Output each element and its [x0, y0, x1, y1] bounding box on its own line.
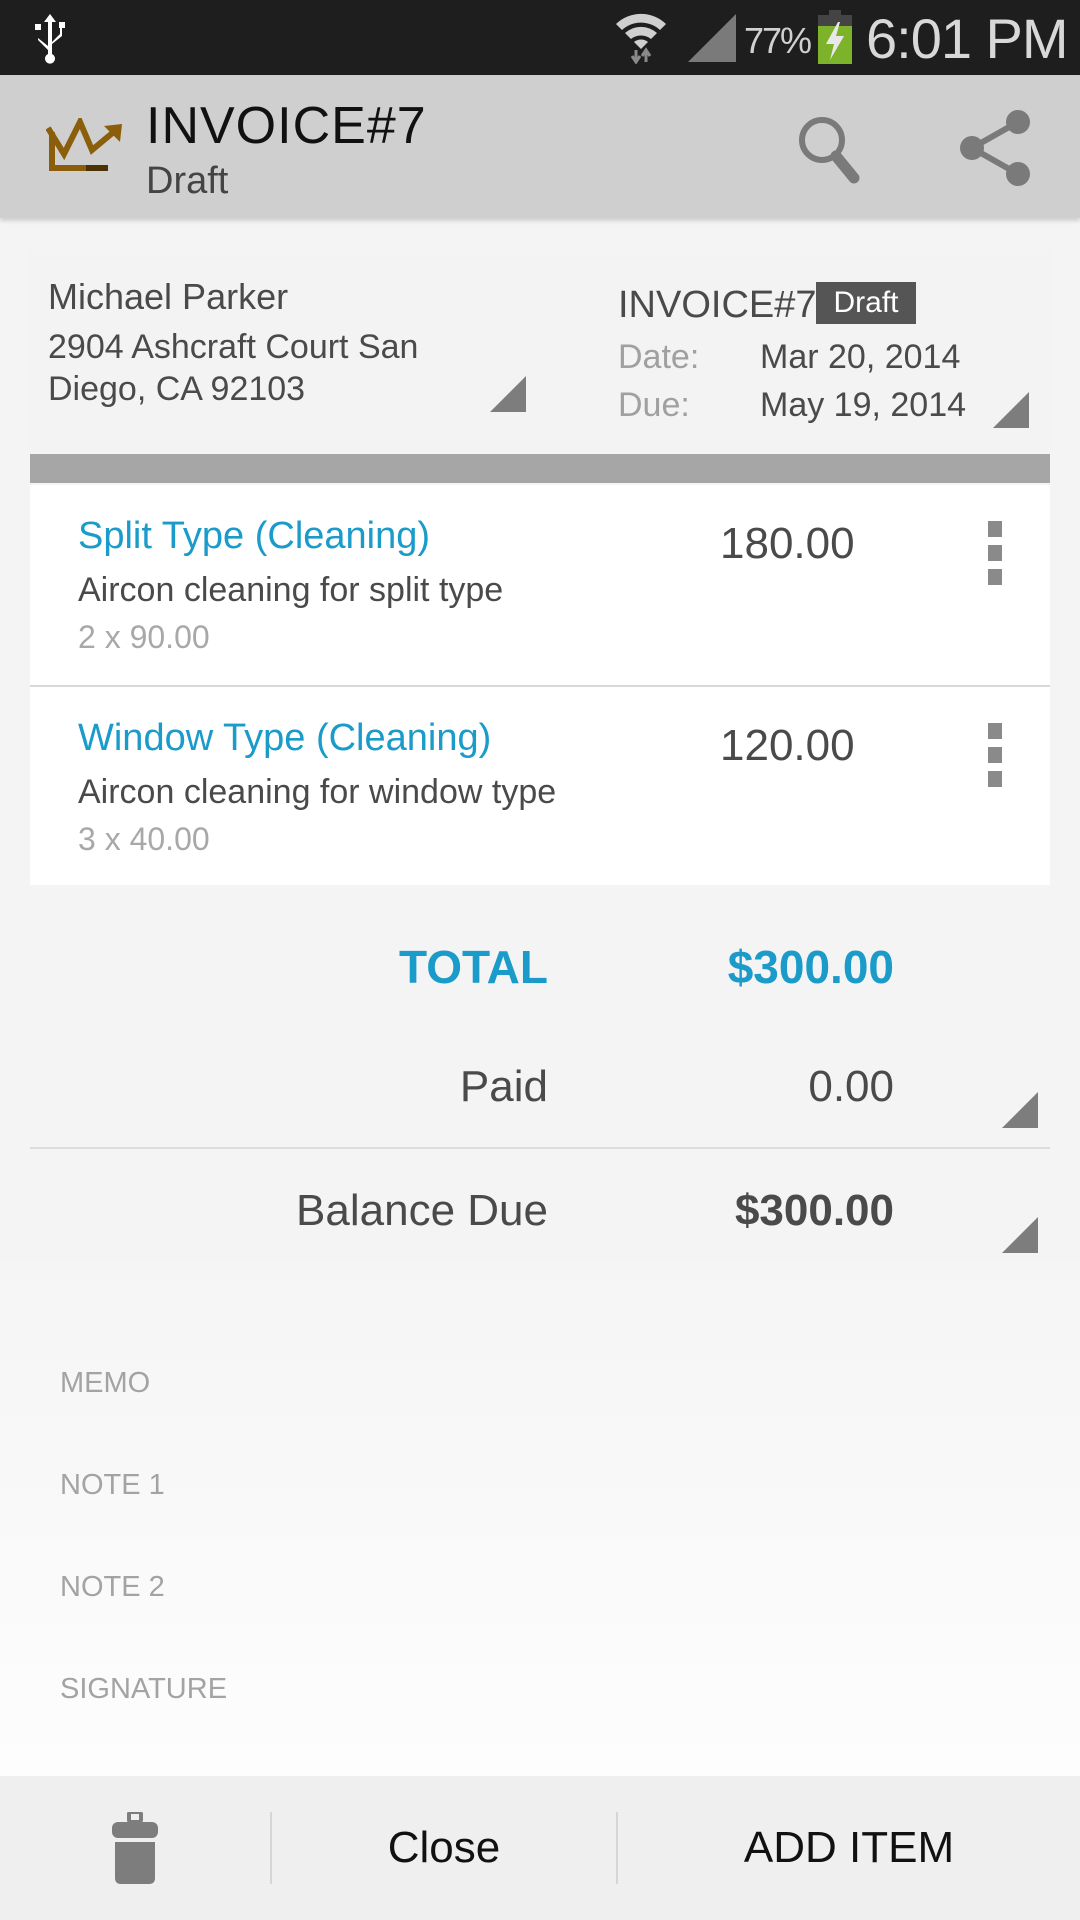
section-divider — [30, 454, 1050, 483]
list-item[interactable]: Split Type (Cleaning) Aircon cleaning fo… — [30, 485, 1050, 687]
item-amount: 120.00 — [720, 721, 855, 770]
signature-field[interactable]: SIGNATURE — [60, 1673, 227, 1706]
overflow-menu-icon[interactable] — [980, 723, 1010, 791]
total-label: TOTAL — [398, 941, 548, 993]
usb-icon — [35, 14, 65, 64]
battery-percent: 77% — [744, 20, 812, 61]
item-description: Aircon cleaning for window type — [78, 773, 557, 811]
status-badge: Draft — [816, 282, 916, 324]
share-icon[interactable] — [954, 108, 1034, 188]
clock: 6:01 PM — [866, 7, 1069, 70]
crown-logo-icon[interactable] — [46, 118, 124, 178]
date-label: Date: — [618, 338, 700, 376]
overflow-menu-icon[interactable] — [980, 521, 1010, 589]
dates-edit-corner-icon[interactable] — [993, 392, 1029, 428]
client-edit-corner-icon[interactable] — [490, 376, 526, 412]
list-item[interactable]: Window Type (Cleaning) Aircon cleaning f… — [30, 687, 1050, 887]
invoice-number: INVOICE#7 — [618, 284, 817, 326]
item-title: Window Type (Cleaning) — [78, 717, 492, 759]
due-label: Due: — [618, 386, 690, 424]
balance-due-value: $300.00 — [734, 1186, 894, 1235]
note2-field[interactable]: NOTE 2 — [60, 1571, 165, 1604]
item-amount: 180.00 — [720, 519, 855, 568]
search-icon[interactable] — [790, 110, 870, 190]
balance-edit-corner-icon[interactable] — [1002, 1217, 1038, 1253]
divider — [30, 1147, 1050, 1149]
battery-charging-icon — [818, 10, 852, 64]
signal-icon — [688, 14, 736, 62]
close-button[interactable]: Close — [272, 1776, 616, 1920]
client-name[interactable]: Michael Parker — [48, 276, 288, 318]
invoice-date[interactable]: Mar 20, 2014 — [760, 338, 960, 377]
item-title: Split Type (Cleaning) — [78, 515, 431, 557]
note1-field[interactable]: NOTE 1 — [60, 1469, 165, 1502]
line-items-list: Split Type (Cleaning) Aircon cleaning fo… — [30, 485, 1050, 885]
due-date[interactable]: May 19, 2014 — [760, 386, 966, 425]
paid-label: Paid — [459, 1062, 548, 1111]
wifi-icon — [616, 13, 666, 64]
item-quantity-price: 2 x 90.00 — [78, 619, 210, 655]
item-description: Aircon cleaning for split type — [78, 571, 504, 609]
total-value: $300.00 — [727, 941, 894, 993]
client-address[interactable]: 2904 Ashcraft Court San Diego, CA 92103 — [48, 326, 468, 410]
item-quantity-price: 3 x 40.00 — [78, 821, 210, 857]
add-item-button[interactable]: ADD ITEM — [618, 1776, 1080, 1920]
balance-due-label: Balance Due — [296, 1186, 548, 1235]
page-subtitle: Draft — [146, 160, 229, 202]
page-title: INVOICE#7 — [146, 97, 427, 155]
paid-edit-corner-icon[interactable] — [1002, 1092, 1038, 1128]
memo-field[interactable]: MEMO — [60, 1367, 150, 1400]
trash-icon[interactable] — [110, 1812, 160, 1886]
paid-value[interactable]: 0.00 — [640, 1062, 894, 1112]
